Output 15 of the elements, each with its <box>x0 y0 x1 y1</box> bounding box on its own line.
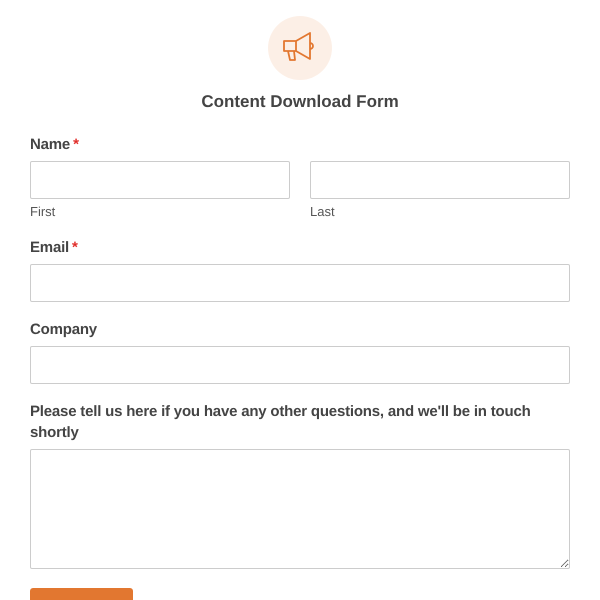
submit-button[interactable] <box>30 588 133 600</box>
form-title: Content Download Form <box>201 92 399 112</box>
field-label: Email * <box>30 238 79 258</box>
input-field[interactable] <box>30 264 570 302</box>
field-label: Name * <box>30 135 80 155</box>
name-field[interactable] <box>30 161 290 199</box>
required-mark: * <box>72 239 78 256</box>
message-field[interactable] <box>30 449 570 569</box>
sublabel: Last <box>310 204 336 220</box>
field-label: Company <box>30 320 98 340</box>
field-label: Please tell us here if you have any other questions, and we'll be in touch shortly <box>30 402 532 443</box>
sublabel: First <box>30 204 56 220</box>
required-mark: * <box>73 136 79 153</box>
name-field[interactable] <box>310 161 570 199</box>
input-field[interactable] <box>30 346 570 384</box>
